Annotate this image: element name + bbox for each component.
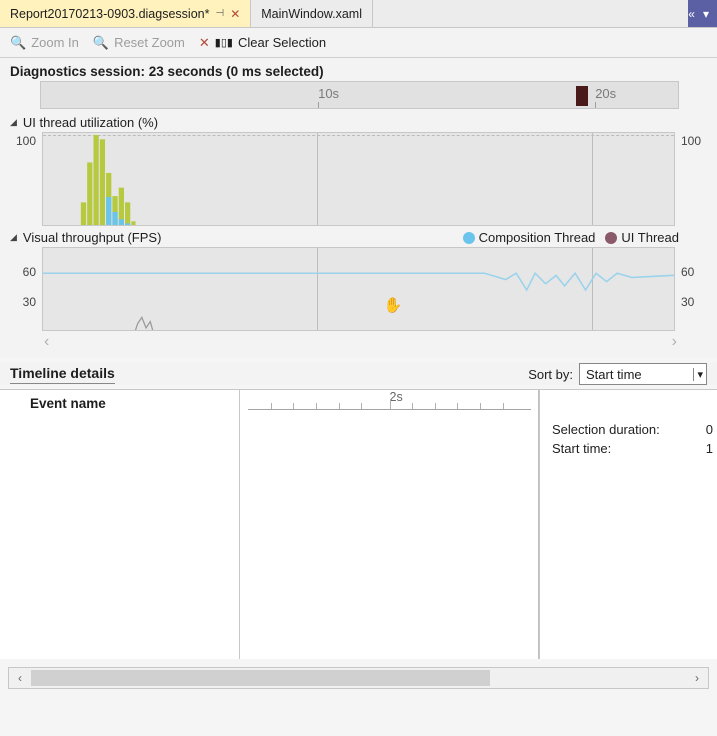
clear-selection-button[interactable]: ✕ ▮▯▮ Clear Selection [199, 35, 326, 51]
lane-header-ui-thread[interactable]: ◢ UI thread utilization (%) [10, 111, 707, 132]
diagnostics-toolbar: 🔍 Zoom In 🔍 Reset Zoom ✕ ▮▯▮ Clear Selec… [0, 28, 717, 58]
scroll-left-icon[interactable]: ‹ [9, 671, 31, 685]
details-ruler[interactable]: 2s [248, 392, 531, 410]
horizontal-scrollbar[interactable]: ‹ › [8, 667, 709, 689]
ruler-tick-20s: 20s [595, 86, 616, 101]
legend-swatch-composition [463, 232, 475, 244]
scroll-right-icon[interactable]: › [686, 671, 708, 685]
pin-icon[interactable]: ⊣ [215, 8, 224, 19]
zoom-reset-icon: 🔍 [93, 35, 109, 51]
ruler-tick-10s: 10s [318, 86, 339, 101]
tab-label: Report20170213-0903.diagsession* [10, 7, 209, 21]
timeline-details-title: Timeline details [10, 365, 115, 384]
ui-thread-bars-svg [43, 133, 674, 226]
start-time-value: 1 [706, 441, 713, 456]
selection-duration-value: 0 [706, 422, 713, 437]
lane-header-visual-throughput[interactable]: ◢ Visual throughput (FPS) Composition Th… [10, 226, 707, 247]
axis-left: 100 [10, 132, 40, 226]
scroll-left-icon[interactable]: ‹ [44, 333, 49, 351]
tab-label: MainWindow.xaml [261, 7, 362, 21]
bar-chart-icon: ▮▯▮ [215, 36, 233, 49]
axis-left: 60 30 [10, 247, 40, 331]
zoom-in-button: 🔍 Zoom In [10, 35, 79, 51]
timeline-details-body: Event name 2s Selection duration: 0 Star… [0, 389, 717, 659]
collapse-icon[interactable]: ◢ [10, 117, 17, 128]
legend: Composition Thread UI Thread [463, 230, 707, 245]
axis-right: 100 [677, 132, 707, 226]
event-name-header: Event name [30, 396, 106, 411]
legend-swatch-uithread [605, 232, 617, 244]
editor-tab-strip: Report20170213-0903.diagsession* ⊣ ✕ Mai… [0, 0, 717, 28]
tab-overflow[interactable]: « ▾ [688, 0, 717, 27]
lane-scroll-handles: ‹ › [10, 331, 707, 355]
clear-selection-icon: ✕ [199, 35, 210, 51]
selection-duration-label: Selection duration: [552, 422, 660, 437]
start-time-label: Start time: [552, 441, 611, 456]
scrollbar-track[interactable] [31, 668, 686, 688]
axis-right: 60 30 [677, 247, 707, 331]
tab-mainwindow-xaml[interactable]: MainWindow.xaml [251, 0, 373, 27]
close-icon[interactable]: ✕ [230, 8, 240, 20]
chevron-down-icon[interactable]: ▾ [693, 368, 703, 381]
tab-diagsession[interactable]: Report20170213-0903.diagsession* ⊣ ✕ [0, 0, 251, 27]
plot-ui-thread-utilization[interactable] [42, 132, 675, 226]
reset-zoom-button: 🔍 Reset Zoom [93, 35, 185, 51]
session-header: Diagnostics session: 23 seconds (0 ms se… [0, 58, 717, 81]
dropdown-icon[interactable]: ▾ [703, 7, 709, 21]
scroll-right-icon[interactable]: › [672, 333, 677, 351]
fps-line-svg [43, 248, 674, 331]
timeline-details-track[interactable]: 2s [240, 390, 539, 659]
timeline-caret[interactable] [576, 86, 588, 106]
zoom-in-icon: 🔍 [10, 35, 26, 51]
details-properties-pane: Selection duration: 0 Start time: 1 [539, 390, 717, 659]
sort-by-dropdown[interactable]: Start time ▾ [579, 363, 707, 385]
scrollbar-thumb[interactable] [31, 670, 490, 686]
timeline-ruler[interactable]: 10s 20s [40, 81, 679, 109]
collapse-icon[interactable]: ◢ [10, 232, 17, 243]
chevron-left-icon[interactable]: « [688, 7, 695, 21]
sort-by-label: Sort by: [528, 367, 573, 382]
plot-visual-throughput[interactable]: ✋ [42, 247, 675, 331]
